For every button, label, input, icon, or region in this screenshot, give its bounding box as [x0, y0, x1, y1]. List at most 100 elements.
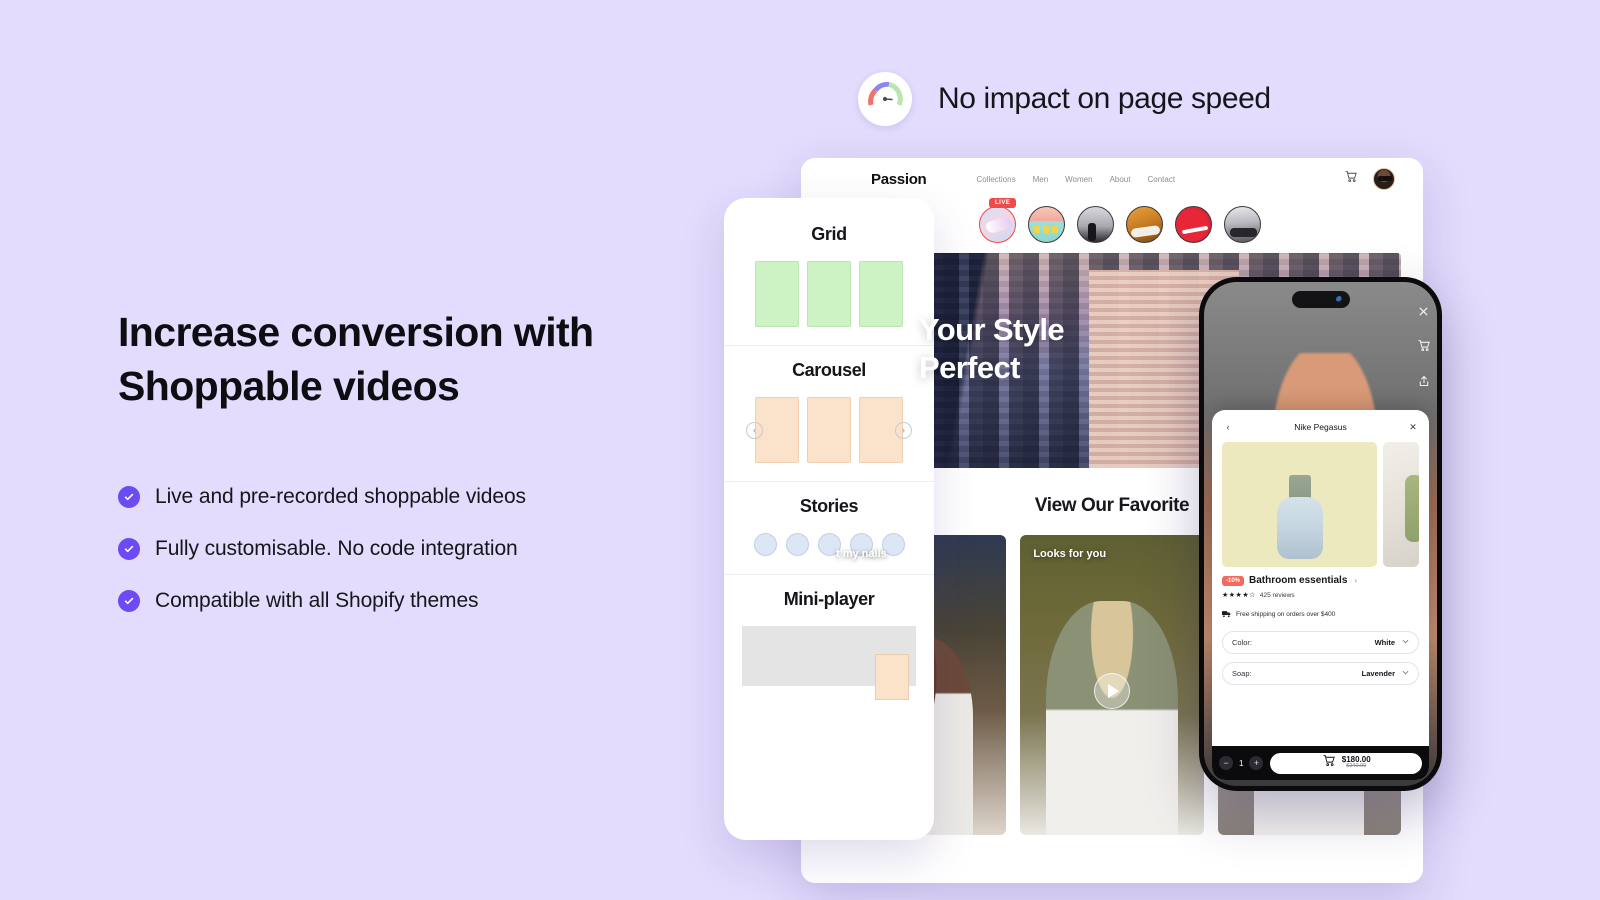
story-circle[interactable]	[1224, 206, 1261, 243]
hero-headline: Your Style Perfect	[919, 311, 1065, 387]
product-sheet-title: Nike Pegasus	[1294, 422, 1347, 432]
live-badge: LIVE	[989, 198, 1017, 208]
dynamic-island	[1291, 291, 1350, 308]
carousel-tile[interactable]	[807, 397, 851, 463]
purchase-bar: − 1 + $180.00 $240.00	[1212, 746, 1429, 780]
phone-overlay-actions	[1417, 304, 1430, 392]
shipping-row: Free shipping on orders over $400	[1222, 605, 1419, 623]
nav-link-men[interactable]: Men	[1033, 175, 1049, 184]
mini-player-preview	[742, 626, 916, 700]
review-count[interactable]: 425 reviews	[1260, 592, 1295, 599]
add-to-cart-button[interactable]: $180.00 $240.00	[1270, 752, 1422, 774]
chevron-right-icon[interactable]: ›	[1354, 576, 1357, 585]
variant-selector-soap[interactable]: Soap: Lavender	[1222, 662, 1419, 685]
check-circle-icon	[118, 590, 140, 613]
variant-value: White	[1374, 638, 1395, 647]
video-card-label: Looks for you	[1033, 548, 1107, 560]
quantity-value: 1	[1239, 758, 1244, 768]
check-circle-icon	[118, 486, 140, 509]
feature-item: Live and pre-recorded shoppable videos	[118, 485, 738, 509]
chevron-down-icon[interactable]	[1402, 639, 1409, 646]
story-dot[interactable]	[785, 533, 809, 556]
story-circle[interactable]	[1028, 206, 1065, 243]
carousel-tiles: ‹ ›	[740, 397, 918, 463]
variant-value: Lavender	[1361, 669, 1395, 678]
rating-row: ★★★★☆ 425 reviews	[1222, 591, 1419, 600]
chevron-down-icon[interactable]	[1402, 670, 1409, 677]
shopping-cart-icon[interactable]	[1344, 170, 1357, 188]
product-name: Bathroom essentials	[1249, 575, 1348, 586]
cart-icon[interactable]	[1417, 339, 1430, 357]
check-circle-icon	[118, 538, 140, 561]
product-image-main[interactable]	[1222, 442, 1377, 567]
close-icon[interactable]: ✕	[1407, 422, 1419, 433]
nav-link-women[interactable]: Women	[1065, 175, 1092, 184]
site-navbar: Passion Collections Men Women About Cont…	[801, 158, 1423, 200]
story-circle[interactable]	[1175, 206, 1212, 243]
grid-tile[interactable]	[859, 261, 903, 327]
navbar-actions	[1344, 168, 1395, 190]
delivery-truck-icon	[1222, 605, 1231, 623]
page-speed-badge: No impact on page speed	[858, 72, 1271, 126]
grid-tiles	[740, 261, 918, 327]
layout-section-mini-player: Mini-player	[724, 574, 934, 712]
layout-section-grid: Grid	[724, 210, 934, 345]
play-button-icon[interactable]	[1093, 673, 1130, 709]
variant-selector-color[interactable]: Color: White	[1222, 631, 1419, 654]
back-chevron-icon[interactable]: ‹	[1222, 422, 1234, 432]
carousel-next-icon[interactable]: ›	[895, 421, 912, 439]
layout-section-carousel: Carousel ‹ ›	[724, 345, 934, 481]
quantity-increase-button[interactable]: +	[1249, 756, 1264, 770]
nav-link-collections[interactable]: Collections	[976, 175, 1015, 184]
page-speed-label: No impact on page speed	[938, 82, 1271, 115]
headline-line-2: Shoppable videos	[118, 363, 460, 410]
video-card-label: t my nails	[836, 548, 887, 560]
nav-link-contact[interactable]: Contact	[1147, 175, 1175, 184]
layout-title: Grid	[811, 224, 847, 244]
layout-title: Mini-player	[783, 589, 875, 609]
share-icon[interactable]	[1418, 374, 1430, 392]
story-dots	[740, 533, 918, 556]
story-dot[interactable]	[753, 533, 777, 556]
mini-player-thumbnail[interactable]	[875, 654, 909, 700]
story-circle[interactable]	[979, 206, 1016, 243]
nav-link-about[interactable]: About	[1110, 175, 1131, 184]
marketing-copy: Increase conversion with Shoppable video…	[118, 305, 738, 641]
product-heading: -10% Bathroom essentials ›	[1222, 575, 1419, 586]
hero-line-1: Your Style	[919, 312, 1065, 347]
page-root: Increase conversion with Shoppable video…	[0, 0, 1600, 900]
feature-label: Fully customisable. No code integration	[155, 537, 518, 561]
site-logo: Passion	[871, 170, 927, 188]
phone-screen: ‹ Nike Pegasus ✕ -10% Bathroom essential…	[1204, 282, 1437, 786]
layout-title: Carousel	[792, 360, 866, 380]
layout-title: Stories	[799, 496, 859, 516]
layout-section-stories: Stories	[724, 481, 934, 574]
quantity-decrease-button[interactable]: −	[1219, 756, 1233, 770]
layout-options-panel: Grid Carousel ‹ › Stories Mini-player	[724, 198, 934, 840]
bottle-body	[1276, 497, 1323, 559]
close-icon[interactable]	[1418, 304, 1429, 322]
quantity-stepper: − 1 +	[1219, 756, 1264, 770]
avatar[interactable]	[1373, 168, 1395, 190]
variant-label: Color:	[1232, 638, 1253, 647]
feature-label: Live and pre-recorded shoppable videos	[155, 485, 526, 509]
story-circle[interactable]	[1077, 206, 1114, 243]
feature-item: Compatible with all Shopify themes	[118, 589, 738, 613]
phone-mockup: ‹ Nike Pegasus ✕ -10% Bathroom essential…	[1199, 277, 1442, 791]
grid-tile[interactable]	[755, 261, 799, 327]
headline-line-1: Increase conversion with	[118, 309, 594, 355]
feature-list: Live and pre-recorded shoppable videos F…	[118, 485, 738, 613]
story-circle[interactable]	[1126, 206, 1163, 243]
star-rating-icon: ★★★★☆	[1222, 592, 1256, 599]
grid-tile[interactable]	[807, 261, 851, 327]
price-block: $180.00 $240.00	[1342, 755, 1371, 770]
product-image-secondary[interactable]	[1383, 442, 1419, 567]
carousel-prev-icon[interactable]: ‹	[746, 421, 763, 439]
speedometer-gauge-icon	[858, 72, 912, 126]
product-sheet-header: ‹ Nike Pegasus ✕	[1222, 419, 1419, 435]
video-card[interactable]: Looks for you	[1020, 535, 1204, 835]
feature-item: Fully customisable. No code integration	[118, 537, 738, 561]
page-title: Increase conversion with Shoppable video…	[118, 305, 738, 413]
original-price: $240.00	[1346, 763, 1367, 770]
site-nav-links: Collections Men Women About Contact	[976, 175, 1175, 184]
